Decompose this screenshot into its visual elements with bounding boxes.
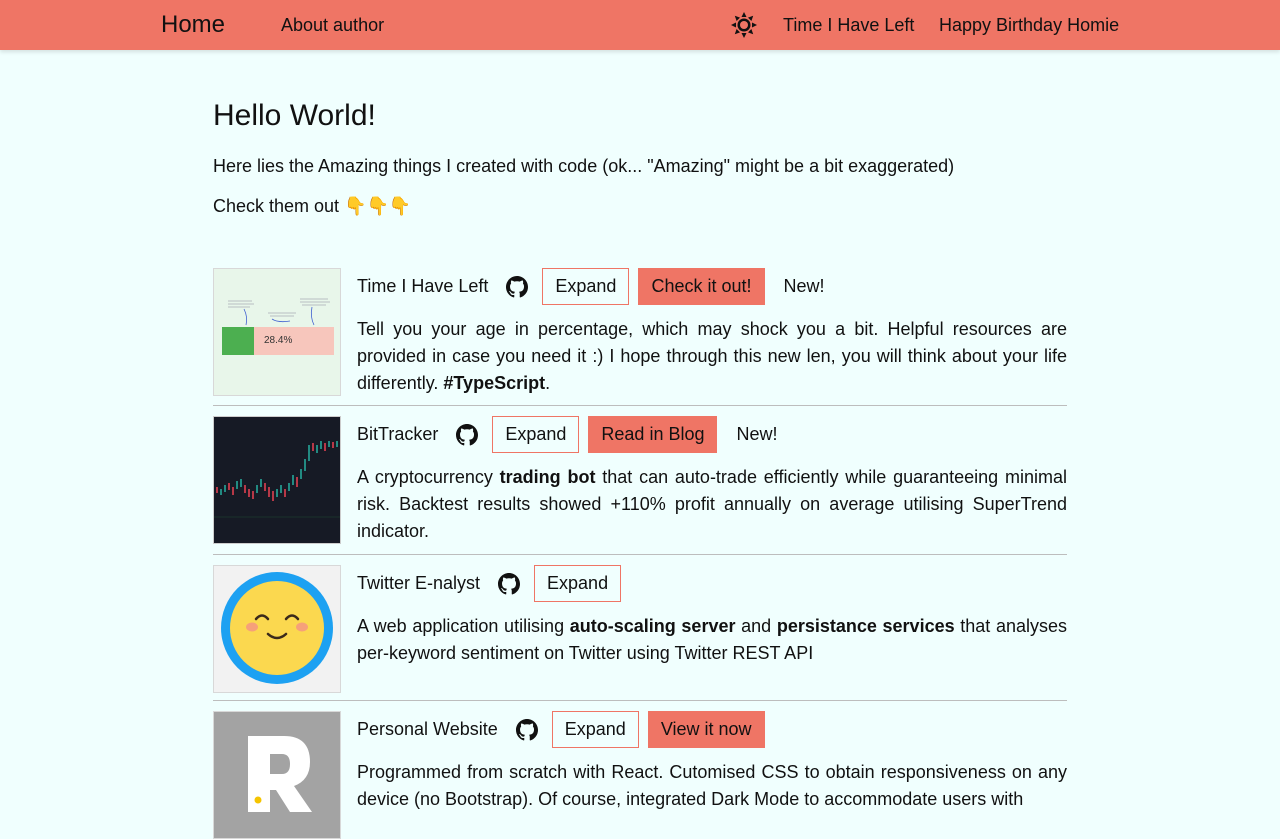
project-title: BitTracker: [357, 424, 439, 444]
new-badge: New!: [736, 424, 778, 444]
project-header: Personal Website Expand View it now: [357, 711, 1067, 748]
nav-happy-birthday-link[interactable]: Happy Birthday Homie: [939, 15, 1119, 36]
r-logo: [214, 712, 340, 838]
nav-time-i-have-left-link[interactable]: Time I Have Left: [783, 15, 914, 36]
check-it-out-button[interactable]: Check it out!: [638, 268, 765, 305]
project-thumbnail[interactable]: [213, 711, 341, 839]
project-thumbnail[interactable]: [213, 416, 341, 544]
project-thumbnail[interactable]: 28.4%: [213, 268, 341, 396]
smiley-face-logo: [214, 566, 340, 692]
view-it-now-button[interactable]: View it now: [647, 711, 765, 748]
project-title: Personal Website: [357, 719, 498, 739]
time-left-preview-percent: 28.4%: [264, 335, 293, 346]
intro-text: Here lies the Amazing things I created w…: [213, 156, 955, 176]
project-thumbnail[interactable]: [213, 565, 341, 693]
pointing-down-emoji: 👇👇👇: [344, 196, 412, 216]
project-description: Programmed from scratch with React. Cuto…: [357, 762, 1067, 809]
project-title: Twitter E-nalyst: [357, 573, 481, 593]
sun-icon[interactable]: [731, 12, 757, 38]
expand-button[interactable]: Expand: [492, 416, 580, 453]
time-left-preview-image: [214, 269, 340, 395]
github-icon[interactable]: [456, 423, 479, 446]
project-title: Time I Have Left: [357, 276, 489, 296]
project-description: A cryptocurrency trading bot that can au…: [357, 467, 1067, 541]
expand-button[interactable]: Expand: [534, 565, 622, 602]
check-them-out-text: Check them out 👇👇👇: [213, 196, 412, 216]
github-icon[interactable]: [515, 718, 538, 741]
github-icon[interactable]: [506, 275, 529, 298]
read-in-blog-button[interactable]: Read in Blog: [588, 416, 718, 453]
nav-about-link[interactable]: About author: [281, 15, 384, 36]
project-description: Tell you your age in percentage, which m…: [357, 319, 1067, 393]
nav-home-link[interactable]: Home: [161, 11, 225, 39]
divider: [213, 554, 1067, 555]
github-icon[interactable]: [498, 572, 521, 595]
expand-button[interactable]: Expand: [551, 711, 639, 748]
new-badge: New!: [783, 276, 825, 296]
expand-button[interactable]: Expand: [542, 268, 630, 305]
top-navbar: Home About author Time I Have Left Happy…: [0, 0, 1280, 50]
divider: [213, 405, 1067, 406]
project-header: Twitter E-nalyst Expand: [357, 565, 1067, 602]
project-description: A web application utilising auto-scaling…: [357, 616, 1067, 663]
divider: [213, 700, 1067, 701]
candlestick-chart-image: [214, 417, 340, 543]
project-header: BitTracker Expand Read in Blog New!: [357, 416, 1067, 453]
project-header: Time I Have Left Expand Check it out! Ne…: [357, 268, 1067, 305]
page-title: Hello World!: [213, 99, 376, 132]
